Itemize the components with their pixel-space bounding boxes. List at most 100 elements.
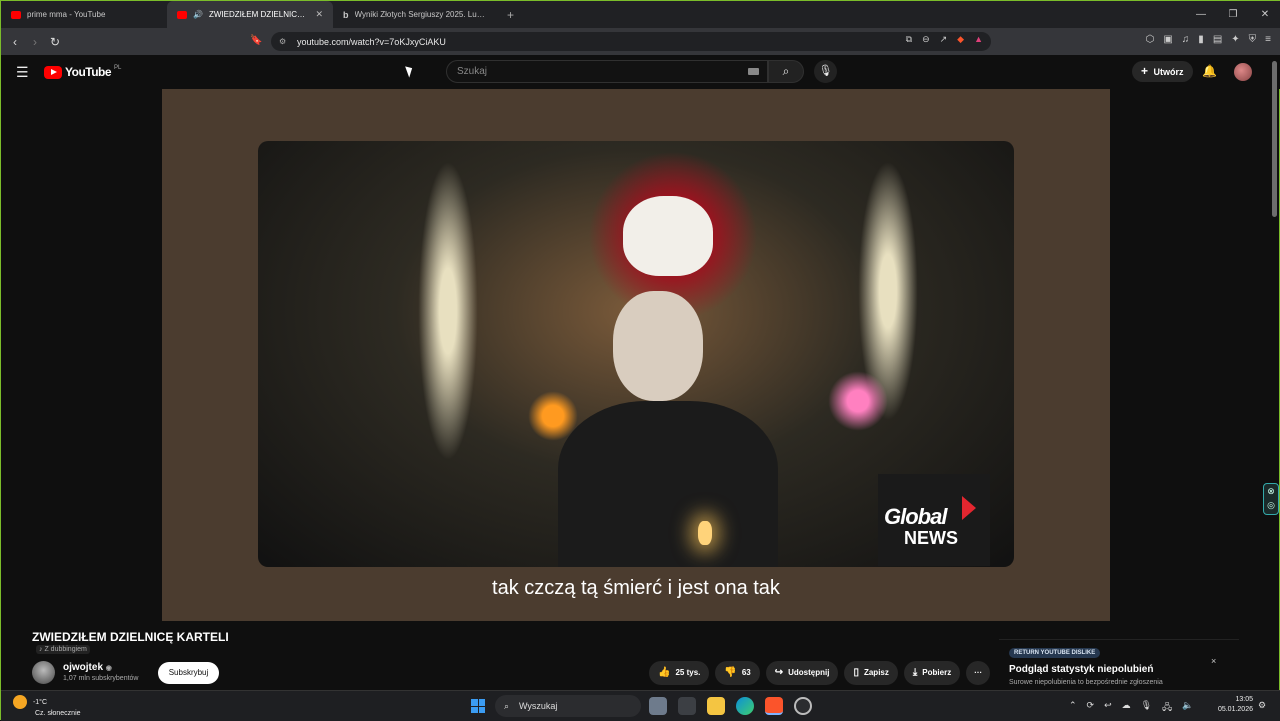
omnibox-icons: ⧉ ⊖ ↗ ◆ ▲ — [906, 34, 983, 45]
keyboard-icon[interactable] — [748, 68, 759, 75]
ryd-tooltip-panel: RETURN YOUTUBE DISLIKE Podgląd statystyk… — [999, 639, 1239, 689]
create-button[interactable]: + Utwórz — [1132, 61, 1193, 82]
wallet-icon[interactable]: ▤ — [1213, 34, 1222, 45]
youtube-header: ☰ YouTube PL Szukaj ⌕ 🎙 + Utwórz 🔔 — [1, 55, 1280, 89]
video-frame: Global NEWS — [258, 141, 1014, 567]
share-icon[interactable]: ↗ — [940, 34, 948, 45]
close-window-icon[interactable]: ✕ — [1249, 1, 1280, 28]
reload-icon[interactable]: ↻ — [45, 35, 65, 49]
brave-icon[interactable] — [765, 697, 783, 715]
edge-icon[interactable] — [736, 697, 754, 715]
weather-widget[interactable]: -1°C Cz. słonecznie — [13, 695, 81, 719]
tray-back-icon[interactable]: ↩ — [1104, 700, 1112, 716]
tray-cloud-icon[interactable]: ☁ — [1122, 700, 1131, 716]
app-icon[interactable] — [794, 697, 812, 715]
widget-icon[interactable]: ◎ — [1267, 500, 1275, 510]
like-button[interactable]: 👍 25 tys. — [649, 661, 710, 685]
channel-avatar[interactable] — [32, 661, 55, 684]
new-tab-button[interactable]: + — [499, 8, 522, 22]
thumb-up-icon: 👍 — [658, 667, 671, 678]
back-icon[interactable]: ‹ — [5, 35, 25, 49]
search-input[interactable]: Szukaj — [446, 60, 768, 83]
bookmark-icon[interactable]: 🔖 — [250, 35, 262, 46]
painted-face — [613, 291, 703, 401]
close-widget-icon[interactable]: ⊗ — [1267, 486, 1275, 496]
clock-time: 13:05 — [1235, 696, 1253, 703]
taskbar-search[interactable]: ⌕ Wyszukaj — [495, 695, 641, 717]
brave-shield-icon[interactable]: ◆ — [957, 34, 964, 45]
pinned-apps — [649, 697, 812, 715]
youtube-logo[interactable]: YouTube PL — [44, 65, 121, 79]
clock[interactable]: 13:05 05.01.2026 — [1211, 695, 1253, 715]
tray-app-icon[interactable]: ⟳ — [1087, 700, 1095, 716]
browser-tab-3[interactable]: b Wyniki Złotych Sergiuszy 2025. Ludzie — [333, 1, 499, 28]
temperature: -1°C — [32, 698, 48, 706]
microphone-icon: 🎙 — [818, 65, 833, 77]
channel-name[interactable]: ojwojtek ◉ — [63, 662, 112, 673]
search-icon: ⌕ — [504, 701, 510, 711]
save-button[interactable]: ▯ Zapisz — [844, 661, 898, 685]
candle — [698, 521, 712, 545]
guide-menu-icon[interactable]: ☰ — [16, 64, 29, 81]
youtube-favicon-icon — [11, 10, 21, 19]
minimize-icon[interactable]: — — [1185, 1, 1217, 28]
close-tab-icon[interactable]: ✕ — [315, 9, 323, 20]
menu-icon[interactable]: ≡ — [1265, 34, 1271, 45]
sidebar-icon[interactable]: ▮ — [1198, 34, 1204, 45]
open-external-icon[interactable]: ⧉ — [906, 34, 912, 45]
flower-garland-left — [418, 161, 478, 461]
page-scrollbar[interactable] — [1272, 61, 1277, 217]
bing-favicon-icon: b — [343, 9, 349, 20]
site-info-icon[interactable]: ⚙ — [279, 37, 286, 46]
screen-frame: prime mma - YouTube 🔊 ZWIEDZIŁEM DZIELNI… — [0, 0, 1280, 721]
zoom-icon[interactable]: ⊖ — [922, 34, 930, 45]
download-button[interactable]: ⤓ Pobierz — [903, 661, 961, 685]
tray-volume-icon[interactable]: 🔈 — [1182, 700, 1193, 716]
global-news-arrow-icon — [962, 496, 976, 520]
windows-start-icon[interactable] — [471, 699, 485, 713]
restore-icon[interactable]: ❐ — [1217, 1, 1249, 28]
window-controls: — ❐ ✕ — [1185, 1, 1280, 28]
audio-playing-icon: 🔊 — [193, 10, 203, 19]
notification-center-icon[interactable]: ⚙ — [1258, 700, 1266, 711]
screenshot-icon[interactable]: ▣ — [1163, 34, 1172, 45]
file-explorer-icon[interactable] — [707, 697, 725, 715]
task-view-icon[interactable] — [649, 697, 667, 715]
tray-expand-icon[interactable]: ⌃ — [1069, 700, 1077, 716]
account-avatar[interactable] — [1234, 63, 1252, 81]
youtube-play-icon — [44, 65, 62, 79]
store-icon[interactable] — [678, 697, 696, 715]
subscribe-button[interactable]: Subskrybuj — [158, 662, 219, 684]
browser-tab-1[interactable]: prime mma - YouTube — [1, 1, 167, 28]
voice-search-button[interactable]: 🎙 — [814, 60, 837, 83]
browser-tab-2[interactable]: 🔊 ZWIEDZIŁEM DZIELNICĘ KARTELI ✕ — [167, 1, 333, 28]
forward-icon[interactable]: › — [25, 35, 45, 49]
tray-network-icon[interactable]: 🖧 — [1162, 700, 1172, 716]
address-bar[interactable]: ⚙ youtube.com/watch?v=7oKJxyCiAKU ⧉ ⊖ ↗ … — [271, 32, 991, 51]
dubbing-icon: ♪ — [39, 646, 43, 653]
dislike-button[interactable]: 👎 63 — [715, 661, 760, 685]
thumb-down-icon: 👎 — [724, 667, 737, 678]
search-button[interactable]: ⌕ — [768, 60, 804, 83]
country-code: PL — [114, 65, 122, 71]
share-button[interactable]: ↪ Udostępnij — [765, 661, 839, 685]
ryd-close-icon[interactable]: × — [1211, 656, 1216, 666]
youtube-wordmark: YouTube — [65, 65, 112, 79]
tray-mic-icon[interactable]: 🎙 — [1141, 700, 1152, 716]
brave-rewards-icon[interactable]: ▲ — [974, 34, 983, 45]
video-player[interactable]: Global NEWS tak czczą tą śmierć i jest o… — [162, 89, 1110, 621]
system-tray: ⌃ ⟳ ↩ ☁ 🎙 🖧 🔈 — [1069, 700, 1193, 716]
tab-title: prime mma - YouTube — [27, 10, 106, 19]
more-actions-button[interactable]: ··· — [966, 661, 991, 685]
windows-taskbar: -1°C Cz. słonecznie ⌕ Wyszukaj ⌃ ⟳ ↩ ☁ 🎙 … — [1, 690, 1280, 721]
global-news-line1: Global — [884, 504, 947, 529]
youtube-favicon-icon — [177, 10, 187, 19]
vpn-icon[interactable]: ⛨ — [1249, 34, 1257, 45]
side-widget[interactable]: ⊗ ◎ — [1263, 483, 1279, 515]
extension-icon[interactable]: ⬡ — [1146, 34, 1155, 45]
dubbing-badge: ♪ Z dubbingiem — [36, 645, 90, 654]
media-icon[interactable]: ♫ — [1182, 34, 1190, 45]
leo-ai-icon[interactable]: ✦ — [1231, 34, 1239, 45]
notifications-icon[interactable]: 🔔 — [1202, 64, 1217, 78]
channel-name-text: ojwojtek — [63, 662, 104, 673]
